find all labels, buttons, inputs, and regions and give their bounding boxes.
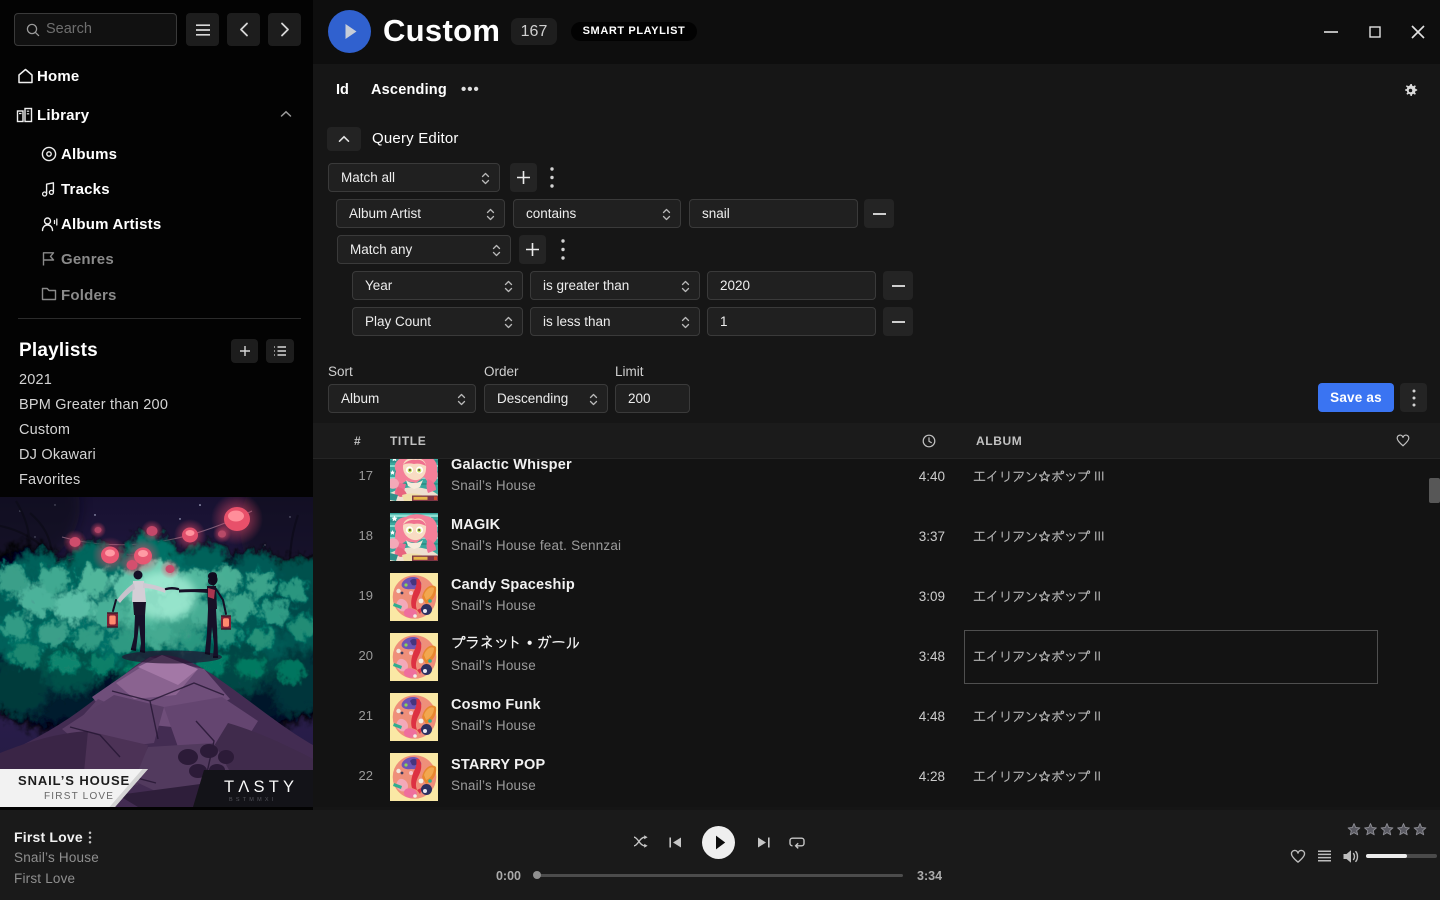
svg-text:II: II [1094,589,1101,603]
svg-text:III: III [1094,469,1105,483]
svg-text:TΛSTY: TΛSTY [224,778,298,796]
svg-text:III: III [1094,529,1105,543]
svg-text:SNAIL’S HOUSE: SNAIL’S HOUSE [18,773,130,788]
svg-text:II: II [1094,709,1101,723]
svg-text:II: II [1094,769,1101,783]
svg-text:FIRST LOVE: FIRST LOVE [44,791,114,802]
svg-text:BSTMMXI: BSTMMXI [229,797,276,803]
svg-text:II: II [1094,649,1101,663]
